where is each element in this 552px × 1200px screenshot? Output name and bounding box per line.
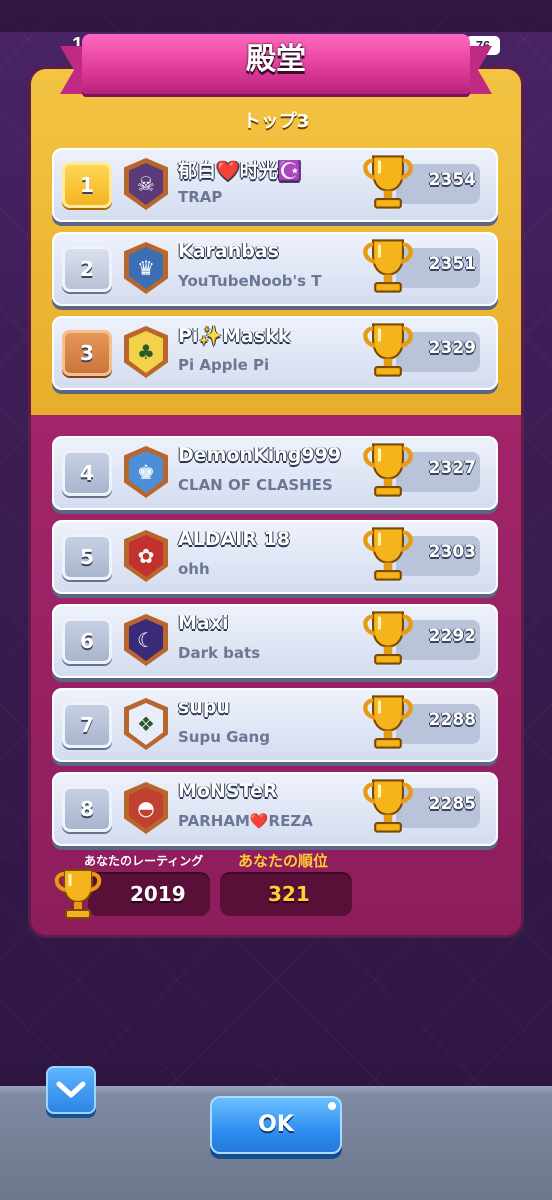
clan-name: Dark bats [178, 644, 261, 662]
trophy-icon [363, 155, 413, 209]
player-row[interactable]: 1 ☠ 郁白❤️时光☪️ TRAP 2354 [52, 148, 498, 222]
rank-number: 5 [62, 534, 112, 580]
clan-badge: ☾ [124, 614, 168, 666]
clan-badge: ◓ [124, 782, 168, 834]
trophy-count: 2288 [428, 710, 476, 730]
trophy-count: 2351 [428, 254, 476, 274]
player-name: ALDAIR 18 [178, 528, 291, 550]
rank-number: 1 [62, 162, 112, 208]
clan-badge: ♛ [124, 242, 168, 294]
trophy-count: 2303 [428, 542, 476, 562]
trophy-count: 2285 [428, 794, 476, 814]
rank-number: 6 [62, 618, 112, 664]
rank-number: 2 [62, 246, 112, 292]
trophy-icon [363, 323, 413, 377]
page-title: 殿堂 [246, 42, 306, 77]
rank-value: 321 [268, 882, 310, 906]
clan-badge: ☠ [124, 158, 168, 210]
trophy-icon [363, 443, 413, 497]
collapse-button[interactable] [46, 1066, 96, 1114]
ok-button[interactable]: OK [210, 1096, 342, 1154]
trophy-icon [363, 779, 413, 833]
rank-number: 8 [62, 786, 112, 832]
clan-name: TRAP [178, 188, 223, 206]
title-ribbon: 殿堂 [60, 30, 492, 102]
rank-number: 7 [62, 702, 112, 748]
rank-label: あなたの順位 [238, 852, 329, 870]
trophy-icon [363, 527, 413, 581]
trophy-count: 2329 [428, 338, 476, 358]
player-row[interactable]: 4 ♚ DemonKing999 CLAN OF CLASHES 2327 [52, 436, 498, 510]
clan-name: Supu Gang [178, 728, 270, 746]
player-name: MoNSTeR [178, 780, 278, 802]
clan-badge: ✿ [124, 530, 168, 582]
clan-name: CLAN OF CLASHES [178, 476, 333, 494]
player-row[interactable]: 7 ❖ supu Supu Gang 2288 [52, 688, 498, 762]
player-row[interactable]: 3 ♣ Pi✨Maskk Pi Apple Pi 2329 [52, 316, 498, 390]
player-row[interactable]: 2 ♛ Karanbas YouTubeNoob's T 2351 [52, 232, 498, 306]
rank-number: 4 [62, 450, 112, 496]
trophy-icon [363, 239, 413, 293]
clan-name: ohh [178, 560, 210, 578]
trophy-count: 2327 [428, 458, 476, 478]
player-row[interactable]: 5 ✿ ALDAIR 18 ohh 2303 [52, 520, 498, 594]
player-name: Maxi [178, 612, 229, 634]
player-name: supu [178, 696, 230, 718]
player-row[interactable]: 6 ☾ Maxi Dark bats 2292 [52, 604, 498, 678]
clan-badge: ♣ [124, 326, 168, 378]
player-name: Pi✨Maskk [178, 325, 291, 347]
clan-name: YouTubeNoob's T [178, 272, 322, 290]
player-name: DemonKing999 [178, 444, 342, 466]
top3-title: トップ3 [242, 111, 310, 132]
player-name: Karanbas [178, 240, 279, 262]
trophy-count: 2292 [428, 626, 476, 646]
trophy-icon [363, 695, 413, 749]
clan-badge: ♚ [124, 446, 168, 498]
player-row[interactable]: 8 ◓ MoNSTeR PARHAM❤️REZA 2285 [52, 772, 498, 846]
player-name: 郁白❤️时光☪️ [178, 160, 302, 182]
trophy-icon [363, 611, 413, 665]
clan-name: PARHAM❤️REZA [178, 812, 313, 830]
trophy-icon [54, 869, 102, 919]
clan-name: Pi Apple Pi [178, 356, 270, 374]
rating-value: 2019 [130, 882, 186, 906]
chevron-down-icon [56, 1081, 86, 1098]
clan-badge: ❖ [124, 698, 168, 750]
trophy-count: 2354 [428, 170, 476, 190]
rank-number: 3 [62, 330, 112, 376]
